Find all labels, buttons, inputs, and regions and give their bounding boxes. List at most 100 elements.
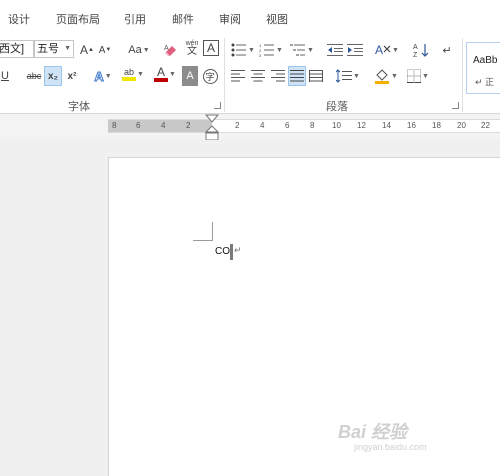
line-spacing-button[interactable]: ▼ bbox=[334, 66, 362, 86]
tab-page-layout[interactable]: 页面布局 bbox=[56, 11, 100, 27]
chevron-down-icon: ▼ bbox=[137, 70, 144, 78]
underline-button[interactable]: U bbox=[0, 66, 12, 86]
chevron-down-icon: ▼ bbox=[104, 72, 112, 80]
shrink-font-button[interactable]: A ▼ bbox=[98, 40, 112, 60]
enclose-characters-label: 字 bbox=[202, 68, 218, 84]
chevron-down-icon: ▼ bbox=[142, 46, 150, 54]
highlight-color-button[interactable]: ab ▼ bbox=[118, 64, 148, 84]
ruler-tick: 6 bbox=[285, 121, 290, 130]
style-normal-preview[interactable]: AaBb ↵ 正 bbox=[466, 42, 500, 94]
chevron-down-icon: ▼ bbox=[422, 72, 429, 80]
character-border-button[interactable]: A bbox=[203, 40, 219, 56]
character-border-label: A bbox=[206, 41, 215, 55]
text-effects-button[interactable]: A ▼ bbox=[90, 66, 116, 86]
sort-button[interactable]: A Z bbox=[412, 40, 430, 60]
ruler-tick: 10 bbox=[332, 121, 341, 130]
watermark-url: jingyan.baidu.com bbox=[354, 442, 427, 452]
superscript-button[interactable]: x² bbox=[64, 66, 80, 86]
paragraph-group-label: 段落 bbox=[326, 101, 348, 113]
shading-button[interactable]: ▼ bbox=[372, 66, 400, 86]
chevron-down-icon: ▼ bbox=[353, 72, 360, 80]
font-group-label: 字体 bbox=[68, 101, 90, 113]
bullets-button[interactable]: ▼ bbox=[230, 40, 256, 60]
svg-text:A: A bbox=[164, 45, 169, 52]
show-marks-button[interactable]: ↵ bbox=[440, 40, 454, 60]
font-size-combo[interactable]: 五号 ▼ bbox=[34, 40, 74, 58]
paragraph-dialog-launcher-icon[interactable] bbox=[452, 102, 459, 109]
group-separator bbox=[224, 38, 225, 112]
ribbon-tab-bar: 设计 页面布局 引用 邮件 审阅 视图 bbox=[0, 0, 500, 34]
align-left-button[interactable] bbox=[230, 66, 246, 86]
multilevel-list-icon bbox=[290, 44, 306, 56]
font-dialog-launcher-icon[interactable] bbox=[214, 102, 221, 109]
font-color-button[interactable]: A ▼ bbox=[150, 64, 180, 84]
group-separator bbox=[462, 38, 463, 112]
chinese-layout-button[interactable]: A ▼ bbox=[372, 40, 402, 60]
distributed-button[interactable] bbox=[308, 66, 324, 86]
svg-text:A: A bbox=[375, 43, 383, 57]
paragraph-mark: ↵ bbox=[234, 245, 242, 255]
numbering-button[interactable]: 1 2 3 ▼ bbox=[258, 40, 284, 60]
document-text-main: CO bbox=[215, 246, 230, 257]
align-right-icon bbox=[271, 70, 285, 82]
increase-indent-button[interactable] bbox=[346, 40, 364, 60]
ribbon: 西文] 五号 ▼ A ▲ A ▼ Aa ▼ A wén 文 A U abc x₂ x²… bbox=[0, 34, 500, 114]
font-name-value: 西文] bbox=[0, 43, 25, 55]
tab-review[interactable]: 审阅 bbox=[219, 11, 241, 27]
chevron-down-icon: ▼ bbox=[276, 46, 283, 54]
clear-formatting-button[interactable]: A bbox=[162, 40, 180, 60]
chinese-layout-icon: A bbox=[375, 43, 391, 57]
tab-references[interactable]: 引用 bbox=[124, 11, 146, 27]
grow-font-icon: A bbox=[80, 43, 89, 57]
align-right-button[interactable] bbox=[270, 66, 286, 86]
style-preview-text: AaBb bbox=[473, 55, 498, 66]
tab-design[interactable]: 设计 bbox=[8, 11, 30, 27]
multilevel-list-button[interactable]: ▼ bbox=[288, 40, 316, 60]
superscript-label: x² bbox=[67, 70, 77, 82]
strikethrough-label: abc bbox=[26, 71, 42, 81]
ruler-tick: 4 bbox=[260, 121, 265, 130]
align-center-icon bbox=[251, 70, 265, 82]
bullet-list-icon bbox=[231, 43, 247, 57]
chevron-down-icon: ▼ bbox=[169, 70, 176, 78]
phonetic-bottom: 文 bbox=[187, 46, 197, 57]
subscript-label: x₂ bbox=[47, 70, 58, 82]
phonetic-guide-button[interactable]: wén 文 bbox=[183, 38, 201, 58]
justify-button[interactable] bbox=[288, 66, 306, 86]
justify-icon bbox=[290, 70, 304, 82]
ruler-tick: 18 bbox=[432, 121, 441, 130]
chevron-down-icon: ▼ bbox=[392, 46, 399, 54]
ruler-tick: 14 bbox=[382, 121, 391, 130]
ruler-area: 8 6 4 2 2 4 6 8 10 12 14 16 18 20 22 bbox=[0, 114, 500, 140]
tab-mailings[interactable]: 邮件 bbox=[172, 11, 194, 27]
chevron-down-icon: ▼ bbox=[64, 45, 71, 52]
ruler-tick: 12 bbox=[357, 121, 366, 130]
font-name-combo[interactable]: 西文] bbox=[0, 40, 34, 58]
character-shading-label: A bbox=[186, 70, 194, 82]
distributed-align-icon bbox=[309, 70, 323, 82]
grow-font-button[interactable]: A ▲ bbox=[80, 40, 94, 60]
paragraph-mark-icon: ↵ bbox=[442, 44, 452, 57]
indent-marker-icon[interactable] bbox=[205, 114, 219, 142]
tab-view[interactable]: 视图 bbox=[266, 11, 288, 27]
paint-bucket-icon bbox=[375, 69, 390, 84]
subscript-button[interactable]: x₂ bbox=[44, 66, 62, 86]
borders-button[interactable]: ▼ bbox=[404, 66, 432, 86]
highlighter-icon: ab bbox=[122, 67, 137, 81]
svg-text:Z: Z bbox=[413, 52, 418, 58]
text-effects-label: A bbox=[94, 68, 104, 84]
align-center-button[interactable] bbox=[250, 66, 266, 86]
character-shading-button[interactable]: A bbox=[182, 66, 198, 86]
chevron-down-icon: ▼ bbox=[307, 46, 314, 54]
enclose-characters-button[interactable]: 字 bbox=[201, 66, 219, 86]
line-spacing-icon bbox=[336, 69, 353, 83]
highlight-label: ab bbox=[124, 67, 135, 77]
decrease-indent-button[interactable] bbox=[326, 40, 344, 60]
strikethrough-button[interactable]: abc bbox=[24, 66, 44, 86]
horizontal-ruler[interactable]: 8 6 4 2 2 4 6 8 10 12 14 16 18 20 22 bbox=[108, 119, 500, 133]
change-case-button[interactable]: Aa ▼ bbox=[124, 40, 154, 60]
ruler-tick: 8 bbox=[112, 121, 117, 130]
ruler-tick: 4 bbox=[161, 121, 166, 130]
underline-label: U bbox=[1, 70, 9, 82]
font-size-value: 五号 bbox=[37, 43, 59, 55]
